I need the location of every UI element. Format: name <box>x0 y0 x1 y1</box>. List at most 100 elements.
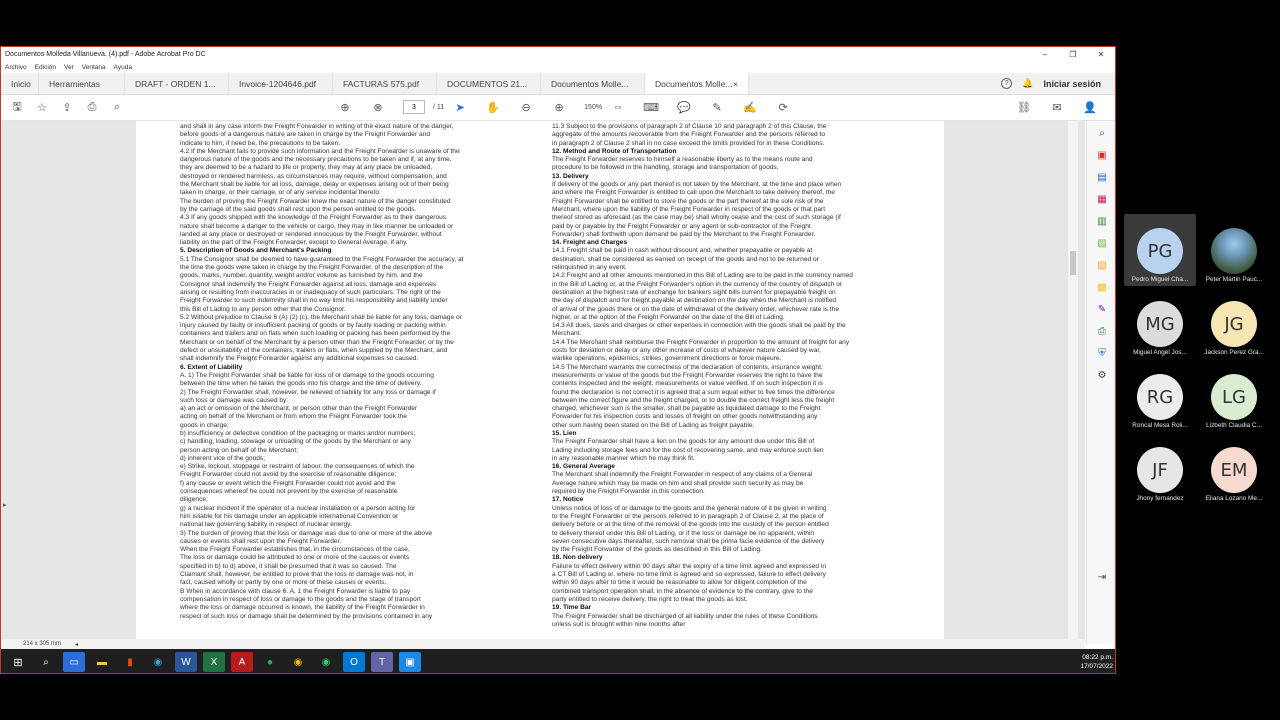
edge-icon[interactable]: ◉ <box>147 652 169 672</box>
tabbar-right: ? 🔔 Iniciar sesión <box>1001 73 1115 94</box>
prev-page-icon[interactable]: ⊕ <box>337 99 353 115</box>
fit-page-icon[interactable]: ⇔ <box>610 99 626 115</box>
document-line: they are deemed to be a hazard to life o… <box>180 164 433 172</box>
word-icon[interactable]: W <box>175 652 197 672</box>
keyboard-icon[interactable]: ⌨ <box>643 99 659 115</box>
more-tools-icon[interactable]: ⚙ <box>1096 369 1109 382</box>
hand-icon[interactable]: ✋ <box>485 99 501 115</box>
page-size-label: 214 x 305 mm <box>23 641 62 647</box>
task-view-icon[interactable]: ▭ <box>63 652 85 672</box>
menu-ventana[interactable]: Ventana <box>82 64 106 71</box>
create-pdf-icon[interactable]: ▤ <box>1096 171 1109 184</box>
whatsapp-icon[interactable]: ◉ <box>315 652 337 672</box>
save-icon[interactable]: 🖫 <box>9 100 25 116</box>
section-heading: 5. Description of Goods and Merchant's P… <box>180 247 332 255</box>
chrome-icon[interactable]: ◉ <box>287 652 309 672</box>
menu-ayuda[interactable]: Ayuda <box>114 64 132 71</box>
pen-icon[interactable]: ✎ <box>709 99 725 115</box>
organize-icon[interactable]: ▦ <box>1096 193 1109 206</box>
zoom-tool-icon[interactable]: ⌕ <box>1096 127 1109 140</box>
left-panel-toggle-icon[interactable]: ▸ <box>3 501 7 509</box>
office-icon[interactable]: ▮ <box>119 652 141 672</box>
participant-tile[interactable]: RG Roncal Mesa Roli... <box>1124 360 1196 432</box>
maximize-button[interactable]: ❐ <box>1059 50 1087 59</box>
fill-sign-icon[interactable]: ✎ <box>1096 303 1109 316</box>
document-line: paid by or payable by the Freight Forwar… <box>552 222 811 230</box>
collapse-panel-icon[interactable]: ⇥ <box>1096 571 1109 584</box>
menu-archivo[interactable]: Archivo <box>5 64 27 71</box>
scroll-left-icon[interactable]: ◂ <box>75 641 78 648</box>
bell-icon[interactable]: 🔔 <box>1022 78 1033 89</box>
avatar: JG <box>1211 301 1257 347</box>
remote-desktop-icon[interactable]: ▣ <box>399 652 421 672</box>
document-line: procedure to be followed in the handling… <box>552 164 779 172</box>
link-icon[interactable]: ⛓ <box>1016 99 1032 115</box>
tab-doc-draft[interactable]: DRAFT - ORDEN 1... <box>125 73 229 94</box>
export-pdf-icon[interactable]: ▣ <box>1096 149 1109 162</box>
protect-icon[interactable]: ⛨ <box>1096 347 1109 360</box>
tab-doc-active[interactable]: Documentos Molle... × <box>645 73 749 94</box>
combine-icon[interactable]: ▧ <box>1096 237 1109 250</box>
participant-tile[interactable]: LG Lizbeth Claudia C... <box>1198 360 1270 432</box>
spotify-icon[interactable]: ● <box>259 652 281 672</box>
tab-tools[interactable]: Herramientas <box>39 73 125 94</box>
vertical-scrollbar[interactable] <box>1068 121 1078 639</box>
signin-button[interactable]: Iniciar sesión <box>1043 79 1101 89</box>
next-page-icon[interactable]: ⊗ <box>370 99 386 115</box>
comment-tool-icon[interactable]: ▩ <box>1096 281 1109 294</box>
print-icon[interactable]: ⎙ <box>84 100 100 116</box>
participant-name: Jhony fernandez <box>1136 495 1184 502</box>
sign-icon[interactable]: ✍ <box>742 99 758 115</box>
document-line: The loss or damage could be attributed t… <box>180 554 410 562</box>
star-icon[interactable]: ☆ <box>34 100 50 116</box>
tab-close-icon[interactable]: × <box>733 79 738 89</box>
acrobat-icon[interactable]: A <box>231 652 253 672</box>
print-production-icon[interactable]: ⎙ <box>1096 325 1109 338</box>
participant-tile[interactable]: PG Pedro Miguel Cha... <box>1124 214 1196 286</box>
menu-edicion[interactable]: Edición <box>35 64 56 71</box>
minimize-button[interactable]: – <box>1031 50 1059 59</box>
document-line: required by the Freight Forwarder in thi… <box>552 488 705 496</box>
tab-doc-documentos[interactable]: DOCUMENTOS 21... <box>437 73 541 94</box>
document-line: containers and trailers and on flats whe… <box>180 330 451 338</box>
scroll-thumb[interactable] <box>1070 251 1076 275</box>
document-area[interactable]: and shall in any case inform the Freight… <box>1 121 1085 639</box>
tab-doc-facturas[interactable]: FACTURAS 575.pdf <box>333 73 437 94</box>
participant-tile[interactable]: Peter Martin Pauc... <box>1198 214 1270 286</box>
zoom-level[interactable]: 150% <box>584 104 602 111</box>
user-add-icon[interactable]: 👤 <box>1082 99 1098 115</box>
document-line: Average nature which may be made on him … <box>552 479 804 487</box>
participant-tile[interactable]: MG Miguel Angel Jos... <box>1124 287 1196 359</box>
comment-icon[interactable]: 💬 <box>676 99 692 115</box>
outlook-icon[interactable]: O <box>343 652 365 672</box>
tab-doc-molleda[interactable]: Documentos Molle... <box>541 73 645 94</box>
edit-pdf-icon[interactable]: ▥ <box>1096 215 1109 228</box>
windows-start-icon[interactable]: ⊞ <box>7 652 29 672</box>
share-icon[interactable]: ⟳ <box>775 99 791 115</box>
page-number-input[interactable]: 3 <box>403 100 425 114</box>
zoom-in-icon[interactable]: ⊕ <box>551 99 567 115</box>
participant-tile[interactable]: JG Jackson Perez Gra... <box>1198 287 1270 359</box>
zoom-out-icon[interactable]: ⊖ <box>518 99 534 115</box>
help-icon[interactable]: ? <box>1001 78 1013 89</box>
window-titlebar: Documentos Molleda Villanueva. (4).pdf -… <box>1 47 1115 61</box>
document-line: 14.5 The Merchant warrants the correctne… <box>552 363 823 371</box>
menu-ver[interactable]: Ver <box>64 64 74 71</box>
teams-icon[interactable]: T <box>371 652 393 672</box>
taskbar-search-icon[interactable]: ⌕ <box>35 652 57 672</box>
scan-icon[interactable]: ▨ <box>1096 259 1109 272</box>
close-button[interactable]: ✕ <box>1087 50 1115 59</box>
document-line: consequences whereof he could not preven… <box>180 488 398 496</box>
right-column: 11.3 Subject to the provisions of paragr… <box>552 123 897 629</box>
mail-icon[interactable]: ✉ <box>1049 99 1065 115</box>
tab-doc-invoice[interactable]: Invoice-1204646.pdf <box>229 73 333 94</box>
participant-tile[interactable]: JF Jhony fernandez <box>1124 433 1196 505</box>
excel-icon[interactable]: X <box>203 652 225 672</box>
search-icon[interactable]: ⌕ <box>109 100 125 116</box>
select-cursor-icon[interactable]: ➤ <box>452 99 468 115</box>
tab-home[interactable]: Inicio <box>1 73 39 94</box>
participant-tile[interactable]: EM Eliana Lozano Me... <box>1198 433 1270 505</box>
upload-icon[interactable]: ⇪ <box>59 100 75 116</box>
file-explorer-icon[interactable]: ▬ <box>91 652 113 672</box>
document-line: measurements or value of the goods but t… <box>552 371 823 379</box>
